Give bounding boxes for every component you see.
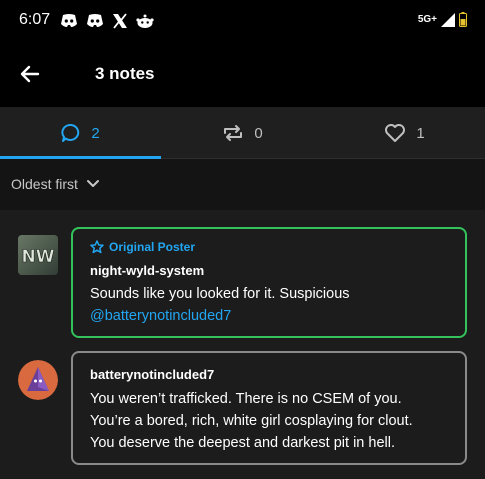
note-text: Sounds like you looked for it. Suspiciou… — [90, 283, 460, 327]
chevron-down-icon — [86, 180, 99, 187]
notes-tabs: 2 0 1 — [0, 107, 485, 159]
avatar[interactable]: NW — [18, 235, 58, 275]
avatar-monogram: NW — [22, 247, 55, 267]
note-text-line: Sounds like you looked for it. Suspiciou… — [90, 286, 350, 302]
reblog-icon — [224, 125, 243, 141]
active-tab-indicator — [0, 156, 161, 159]
avatar[interactable] — [18, 360, 58, 400]
note-text: You weren’t trafficked. There is no CSEM… — [90, 388, 465, 454]
page-header: 3 notes — [0, 40, 485, 107]
discord-icon — [87, 14, 103, 27]
reddit-icon — [136, 14, 154, 28]
tab-replies[interactable]: 2 — [0, 107, 161, 159]
notification-icons — [60, 11, 154, 31]
tab-likes[interactable]: 1 — [324, 107, 485, 159]
network-label: 5G+ — [417, 14, 437, 25]
battery-icon — [459, 12, 467, 27]
note-card-original-poster: Original Poster night-wyld-system Sounds… — [71, 227, 467, 338]
note-text-line: You’re a bored, rich, white girl cosplay… — [90, 413, 413, 429]
note-username[interactable]: night-wyld-system — [90, 263, 204, 278]
note-text-line: You deserve the deepest and darkest pit … — [90, 435, 395, 451]
original-poster-label: Original Poster — [109, 240, 196, 254]
heart-icon — [385, 124, 406, 142]
star-icon — [90, 240, 104, 254]
status-right: 5G+ — [418, 12, 467, 27]
signal-icon — [441, 12, 455, 27]
original-poster-badge: Original Poster — [90, 240, 195, 254]
replies-count: 2 — [91, 124, 100, 142]
x-icon — [113, 13, 127, 29]
user-mention-link[interactable]: @batterynotincluded7 — [90, 305, 460, 327]
sort-dropdown[interactable]: Oldest first — [11, 176, 100, 192]
note-card-reply: batterynotincluded7 You weren’t traffick… — [71, 351, 467, 465]
note-username[interactable]: batterynotincluded7 — [90, 367, 214, 382]
reblogs-count: 0 — [254, 124, 263, 142]
note-text-line: You weren’t trafficked. There is no CSEM… — [90, 391, 402, 407]
sort-label: Oldest first — [11, 176, 78, 192]
discord-icon — [61, 14, 77, 27]
avatar-image — [18, 360, 58, 400]
back-arrow-icon[interactable] — [18, 62, 42, 86]
status-time: 6:07 — [19, 11, 51, 28]
status-bar: 6:07 5G+ — [0, 0, 485, 40]
tab-reblogs[interactable]: 0 — [162, 107, 323, 159]
likes-count: 1 — [416, 124, 425, 142]
comment-icon — [61, 124, 80, 142]
page-title: 3 notes — [95, 64, 155, 83]
avatar-image: NW — [18, 235, 58, 275]
